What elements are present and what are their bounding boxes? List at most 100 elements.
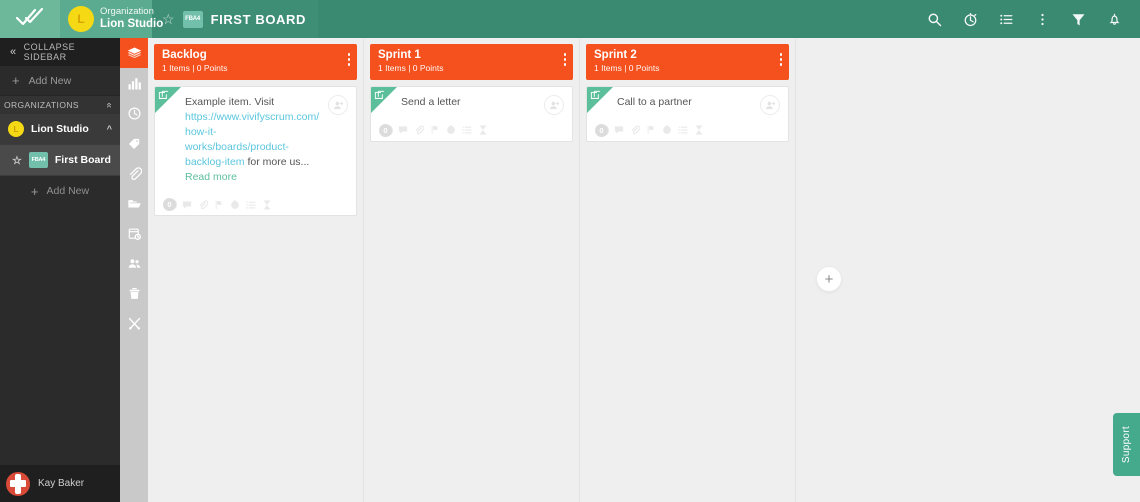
list-icon[interactable] — [988, 0, 1024, 38]
column-header: Backlog 1 Items | 0 Points — [154, 44, 357, 80]
organization-label: Organization — [100, 5, 154, 17]
comment-icon[interactable] — [182, 200, 192, 210]
paperclip-icon[interactable] — [120, 158, 148, 188]
avatar — [6, 471, 30, 496]
comment-icon[interactable] — [614, 125, 624, 135]
hourglass-icon[interactable] — [694, 125, 704, 135]
hourglass-icon[interactable] — [262, 200, 272, 210]
sidebar-add-new-organization[interactable]: + Add New — [0, 66, 120, 96]
support-tab[interactable]: Support — [1113, 413, 1140, 476]
sidebar-board-label: First Board — [54, 154, 111, 166]
sidebar-add-new-board-label: Add New — [46, 185, 90, 197]
sidebar-board-first-board[interactable]: ☆ FBA4 First Board — [0, 144, 120, 176]
sidebar-empty-area — [0, 206, 120, 488]
clock-icon[interactable] — [662, 125, 672, 135]
app-root: L Organization Lion Studio ☆ FBA4 FIRST … — [0, 0, 1140, 502]
book-icon — [158, 90, 169, 101]
sidebar-add-new-board[interactable]: + Add New — [0, 176, 120, 206]
board-badge: FBA4 — [182, 10, 203, 28]
add-user-icon[interactable] — [328, 95, 348, 115]
layers-icon[interactable] — [120, 38, 148, 68]
board-card[interactable]: Example item. Visit https://www.vivifysc… — [154, 86, 357, 217]
board-canvas: Backlog 1 Items | 0 Points Example item.… — [148, 38, 1140, 502]
sidebar-organization-label: Lion Studio — [31, 123, 89, 135]
calendar-clock-icon[interactable] — [120, 218, 148, 248]
board-column-backlog: Backlog 1 Items | 0 Points Example item.… — [148, 38, 364, 502]
column-header: Sprint 2 1 Items | 0 Points — [586, 44, 789, 80]
card-text-before: Example item. Visit — [185, 96, 275, 108]
double-check-icon — [15, 7, 45, 32]
column-title: Backlog — [162, 49, 207, 61]
column-menu-icon[interactable] — [779, 53, 782, 68]
list-icon[interactable] — [678, 125, 688, 135]
folder-icon[interactable] — [120, 188, 148, 218]
book-icon — [374, 90, 385, 101]
history-clock-icon[interactable] — [120, 98, 148, 128]
board-title: FIRST BOARD — [210, 11, 306, 27]
card-points-badge: 0 — [163, 198, 176, 212]
card-text-after: for more us... — [244, 155, 310, 168]
stopwatch-icon[interactable] — [952, 0, 988, 38]
add-user-icon[interactable] — [544, 95, 564, 115]
read-more-link[interactable]: Read more — [185, 170, 320, 185]
column-meta: 1 Items | 0 Points — [594, 63, 660, 74]
flag-icon[interactable] — [430, 125, 440, 135]
favorite-star-icon[interactable]: ☆ — [12, 154, 22, 167]
topbar-actions — [916, 0, 1140, 38]
more-vertical-icon[interactable] — [1024, 0, 1060, 38]
board-header: ☆ FBA4 FIRST BOARD — [152, 0, 318, 38]
chevron-up-icon: « — [103, 102, 115, 108]
column-menu-icon[interactable] — [563, 53, 566, 68]
card-text: Example item. Visit https://www.vivifysc… — [163, 95, 348, 184]
column-meta: 1 Items | 0 Points — [378, 63, 444, 74]
organizations-section-header[interactable]: ORGANIZATIONS « — [0, 96, 120, 114]
clock-icon[interactable] — [446, 125, 456, 135]
paperclip-icon[interactable] — [630, 125, 640, 135]
card-points-badge: 0 — [379, 123, 392, 137]
bell-icon[interactable] — [1096, 0, 1132, 38]
board-card[interactable]: Call to a partner 0 — [586, 86, 789, 142]
paperclip-icon[interactable] — [414, 125, 424, 135]
tools-icon[interactable] — [120, 308, 148, 338]
filter-icon[interactable] — [1060, 0, 1096, 38]
search-icon[interactable] — [916, 0, 952, 38]
board-columns: Backlog 1 Items | 0 Points Example item.… — [148, 38, 1140, 502]
book-icon — [590, 90, 601, 101]
clock-icon[interactable] — [230, 200, 240, 210]
favorite-star-icon[interactable]: ☆ — [162, 11, 175, 28]
comment-icon[interactable] — [398, 125, 408, 135]
flag-icon[interactable] — [214, 200, 224, 210]
collapse-sidebar-button[interactable]: « COLLAPSE SIDEBAR — [0, 38, 120, 66]
sidebar-organization-lion-studio[interactable]: L Lion Studio ^ — [0, 114, 120, 144]
board-badge: FBA4 — [28, 152, 48, 168]
app-logo[interactable] — [0, 0, 60, 38]
list-icon[interactable] — [246, 200, 256, 210]
organization-name: Lion Studio — [100, 17, 164, 30]
board-column-sprint-2: Sprint 2 1 Items | 0 Points Call to a pa… — [580, 38, 796, 502]
card-text: Send a letter — [379, 95, 564, 110]
sidebar-user[interactable]: Kay Baker — [0, 465, 120, 502]
add-column-button[interactable]: + — [816, 266, 842, 292]
sidebar: « COLLAPSE SIDEBAR + Add New ORGANIZATIO… — [0, 38, 120, 502]
organizations-section-label: ORGANIZATIONS — [4, 100, 79, 110]
chevron-up-icon: ^ — [106, 124, 112, 134]
board-card[interactable]: Send a letter 0 — [370, 86, 573, 142]
add-user-icon[interactable] — [760, 95, 780, 115]
flag-icon[interactable] — [646, 125, 656, 135]
sidebar-add-new-label: Add New — [28, 74, 72, 87]
list-icon[interactable] — [462, 125, 472, 135]
tag-icon[interactable] — [120, 128, 148, 158]
hourglass-icon[interactable] — [478, 125, 488, 135]
column-menu-icon[interactable] — [347, 53, 350, 68]
card-footer: 0 — [163, 196, 348, 212]
organization-switcher[interactable]: L Organization Lion Studio — [60, 0, 163, 38]
column-meta: 1 Items | 0 Points — [162, 63, 228, 74]
users-icon[interactable] — [120, 248, 148, 278]
plus-icon: + — [12, 73, 20, 88]
tool-icon-strip — [120, 38, 148, 502]
card-footer: 0 — [379, 122, 564, 137]
paperclip-icon[interactable] — [198, 200, 208, 210]
top-bar: L Organization Lion Studio ☆ FBA4 FIRST … — [0, 0, 1140, 38]
trash-icon[interactable] — [120, 278, 148, 308]
bar-chart-icon[interactable] — [120, 68, 148, 98]
